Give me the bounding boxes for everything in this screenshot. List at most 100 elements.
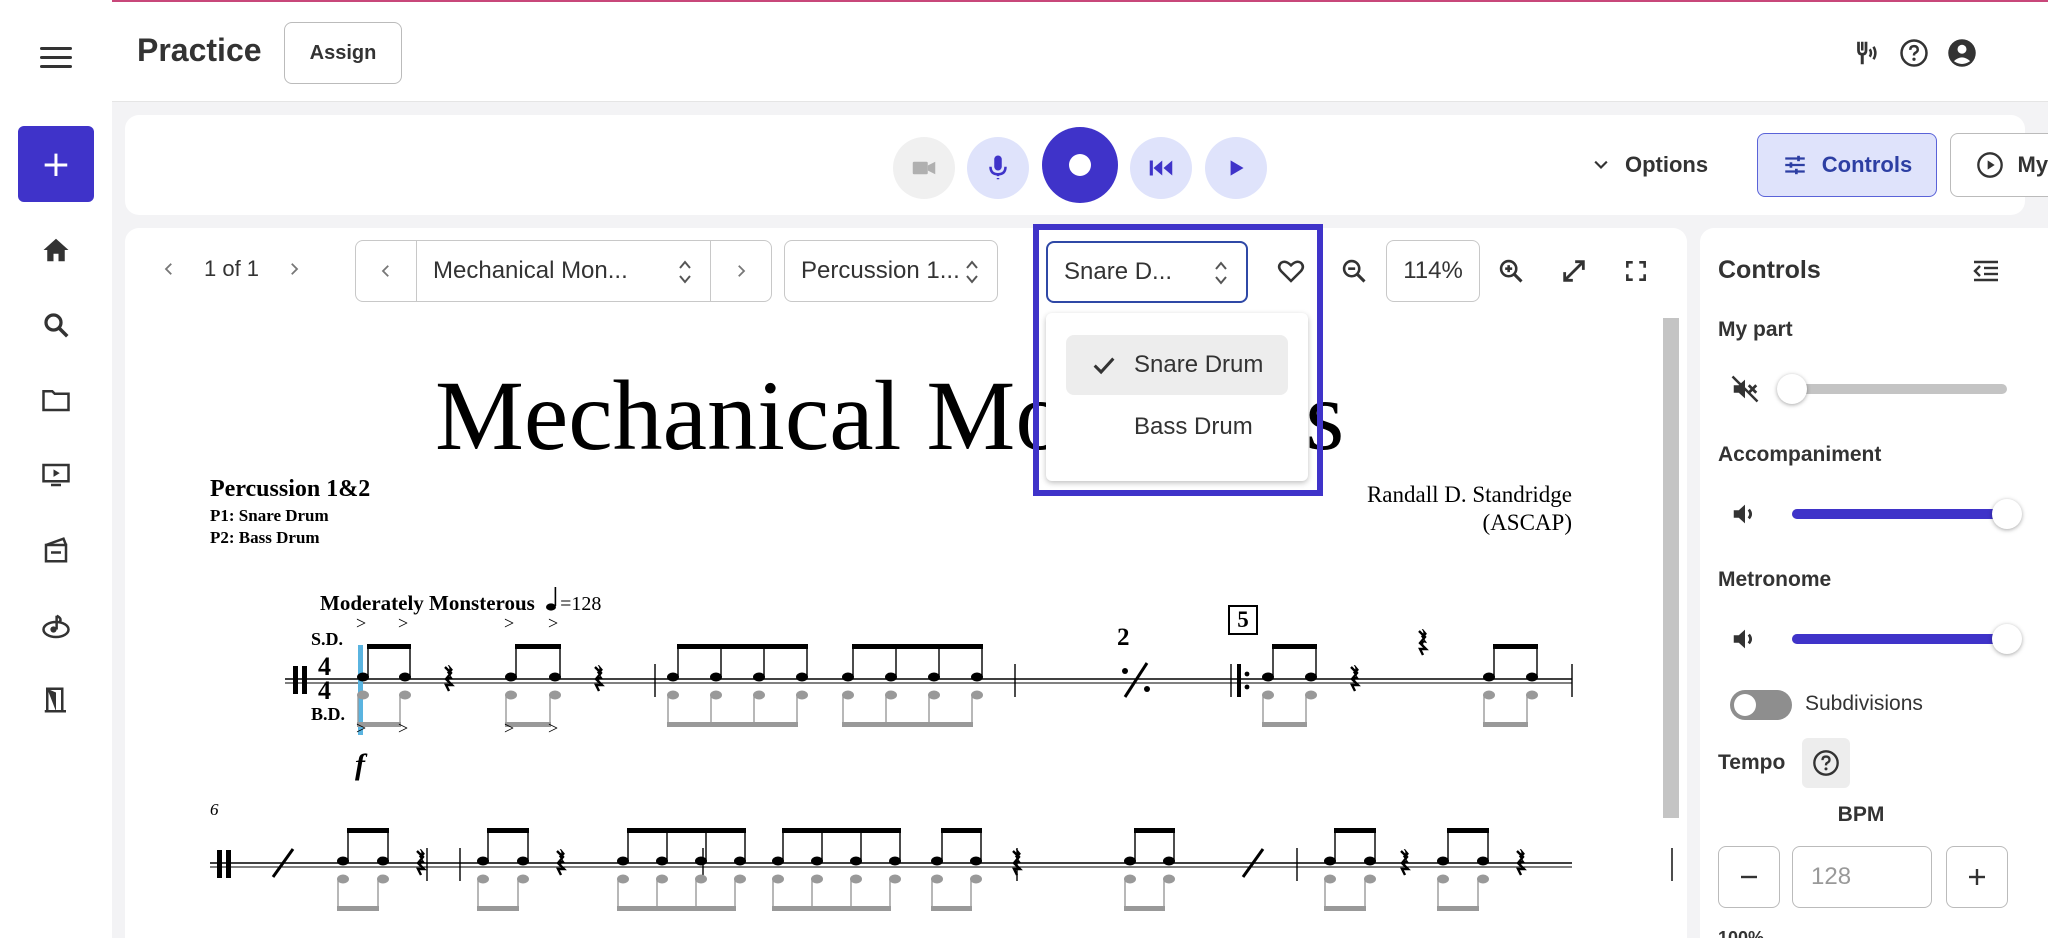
my-part-volume-slider[interactable] xyxy=(1777,374,2007,404)
bpm-increase-button[interactable] xyxy=(1946,846,2008,908)
bpm-decrease-button[interactable] xyxy=(1718,846,1780,908)
volume-icon[interactable] xyxy=(1730,499,1760,529)
rewind-button[interactable] xyxy=(1130,137,1192,199)
m1a-beam xyxy=(367,644,411,649)
accompaniment-volume-slider[interactable] xyxy=(1792,499,2022,529)
snare-notehead xyxy=(505,672,517,682)
bass-notehead xyxy=(357,690,369,700)
bpm-input[interactable]: 128 xyxy=(1792,846,1932,908)
record-button[interactable] xyxy=(1042,127,1118,203)
zoom-level-field[interactable]: 114% xyxy=(1386,240,1480,302)
zoom-out-icon[interactable] xyxy=(1337,254,1371,288)
slider-thumb[interactable] xyxy=(1777,374,1807,404)
instrument-option-bass-drum[interactable]: Bass Drum xyxy=(1066,397,1288,457)
home-icon[interactable] xyxy=(36,230,76,270)
m1b-beam xyxy=(515,644,561,649)
menu-icon[interactable] xyxy=(40,47,72,69)
quarter-rest xyxy=(1350,666,1361,692)
previous-page-icon[interactable] xyxy=(160,260,178,278)
m2a-beam xyxy=(677,644,808,649)
sheet-part-line-1: P1: Snare Drum xyxy=(210,506,329,525)
m5b-beam xyxy=(1483,722,1528,727)
piece-select[interactable]: Mechanical Mon... xyxy=(416,240,711,302)
practice-toolbar: Options Controls My takes xyxy=(125,115,2048,215)
snare-notehead xyxy=(399,672,411,682)
repeat-measure-dot xyxy=(1122,668,1128,674)
part-select[interactable]: Percussion 1... xyxy=(784,240,998,302)
assign-button[interactable]: Assign xyxy=(284,22,402,84)
repeat-dot xyxy=(1244,684,1250,690)
bass-notehead xyxy=(1324,874,1336,884)
quarter-rest xyxy=(556,850,567,876)
my-takes-button[interactable]: My takes xyxy=(1950,133,2048,197)
m5a-beam xyxy=(1262,722,1307,727)
snare-notehead xyxy=(710,672,722,682)
help-icon[interactable] xyxy=(1897,36,1931,70)
snare-notehead xyxy=(970,856,982,866)
accent-mark: > xyxy=(356,718,366,738)
slider-thumb[interactable] xyxy=(1992,499,2022,529)
account-icon[interactable] xyxy=(1945,36,1979,70)
bass-notehead xyxy=(931,874,943,884)
folder-icon[interactable] xyxy=(36,380,76,420)
next-piece-button[interactable] xyxy=(710,240,772,302)
instrument-select[interactable]: Snare D... xyxy=(1046,241,1248,303)
snare-notehead xyxy=(656,856,668,866)
instrument-option-snare-drum[interactable]: Snare Drum xyxy=(1066,335,1288,395)
s2m1b-beam xyxy=(487,828,529,833)
search-icon[interactable] xyxy=(36,305,76,345)
zoom-in-icon[interactable] xyxy=(1494,254,1528,288)
accent-mark: > xyxy=(398,613,408,633)
tempo-help-button[interactable] xyxy=(1802,738,1850,788)
s2m1a-beam xyxy=(347,828,389,833)
controls-panel: Controls My part Accompaniment Metronome… xyxy=(1700,228,2048,938)
volume-muted-icon[interactable] xyxy=(1730,374,1760,404)
collapse-panel-icon[interactable] xyxy=(1970,256,2004,286)
score-scrollbar[interactable] xyxy=(1663,318,1679,818)
m1a-beam xyxy=(357,722,401,727)
assignments-icon[interactable] xyxy=(36,530,76,570)
metronome-volume-slider[interactable] xyxy=(1792,624,2022,654)
percussion-clef xyxy=(217,850,222,878)
next-page-icon[interactable] xyxy=(285,260,303,278)
s2m5a-beam xyxy=(1324,906,1366,911)
create-new-button[interactable]: + xyxy=(18,126,94,202)
s2m3a-beam xyxy=(931,906,972,911)
controls-button[interactable]: Controls xyxy=(1757,133,1937,197)
bass-notehead xyxy=(617,874,629,884)
quarter-rest xyxy=(416,850,427,876)
repeat-measure-slash xyxy=(1123,662,1149,698)
camera-button[interactable] xyxy=(893,137,955,199)
s2m2b-beam xyxy=(772,906,891,911)
fit-width-icon[interactable] xyxy=(1557,254,1591,288)
quarter-rest: 𝄽 xyxy=(445,659,454,692)
chevron-down-icon xyxy=(1594,160,1608,170)
instrument-select-value: Snare D... xyxy=(1064,258,1173,285)
microphone-button[interactable] xyxy=(967,137,1029,199)
video-lesson-icon[interactable] xyxy=(36,455,76,495)
volume-icon[interactable] xyxy=(1730,624,1760,654)
time-signature-top: 4 xyxy=(318,652,331,681)
music-library-icon[interactable] xyxy=(36,607,76,647)
exit-door-icon[interactable] xyxy=(36,680,76,720)
snare-notehead xyxy=(617,856,629,866)
zoom-level: 114% xyxy=(1403,257,1463,284)
repeat-barline xyxy=(1237,664,1241,697)
fullscreen-icon[interactable] xyxy=(1619,254,1653,288)
bass-notehead xyxy=(889,874,901,884)
toggle-knob xyxy=(1734,694,1756,716)
repeat-measure-slash xyxy=(271,848,295,878)
slider-thumb[interactable] xyxy=(1992,624,2022,654)
instrument-option-label: Snare Drum xyxy=(1134,351,1264,378)
subdivisions-toggle[interactable] xyxy=(1730,690,1792,720)
system-measure-number: 6 xyxy=(210,800,219,819)
quarter-rest xyxy=(1418,630,1429,656)
tuner-icon[interactable] xyxy=(1849,36,1883,70)
m5b-beam xyxy=(1493,644,1538,649)
options-toggle[interactable]: Options xyxy=(1591,135,1708,195)
s2m1a-beam xyxy=(337,906,379,911)
bass-notehead xyxy=(928,690,940,700)
bass-notehead xyxy=(1163,874,1175,884)
play-button[interactable] xyxy=(1205,137,1267,199)
previous-piece-button[interactable] xyxy=(355,240,417,302)
